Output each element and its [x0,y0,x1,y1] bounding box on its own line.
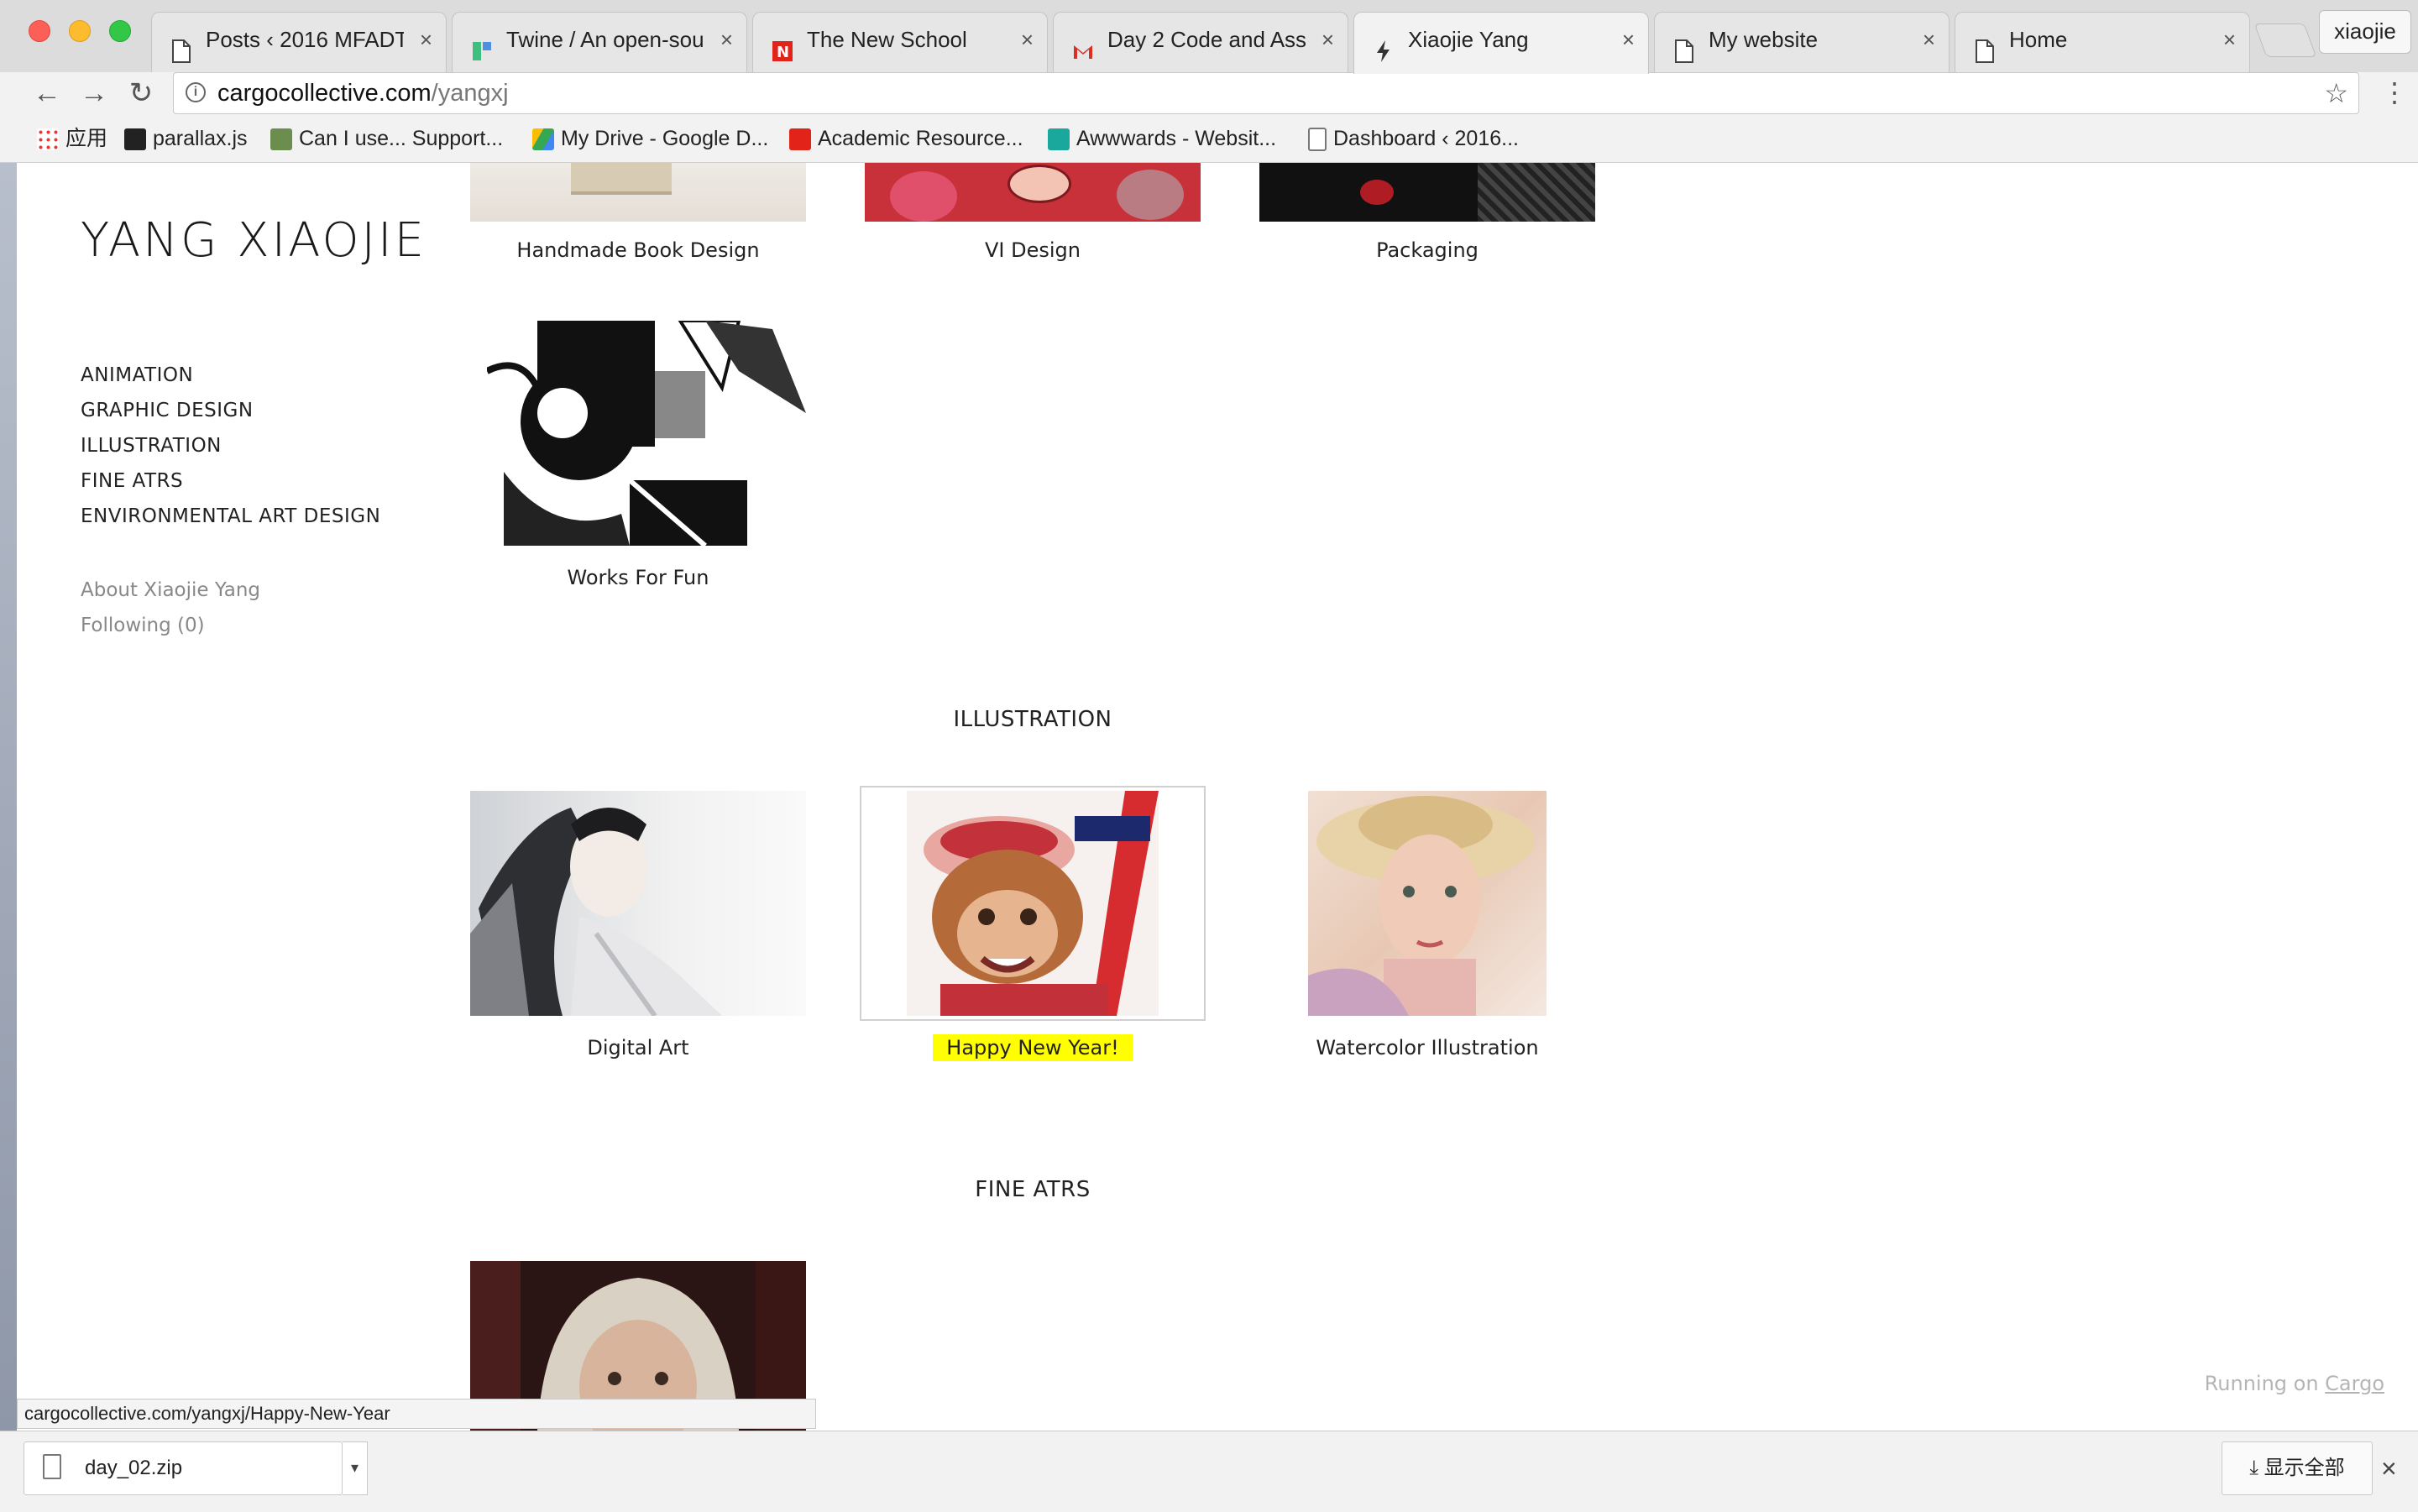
tab-new-school[interactable]: N The New School × [752,12,1048,72]
new-tab-button[interactable] [2253,24,2317,57]
apps-grid-icon [37,128,59,151]
tab-label: The New School [807,27,967,52]
desktop-edge [0,163,17,1431]
tab-label: Posts ‹ 2016 MFADT [206,27,404,52]
tab-label: Home [2009,27,2068,52]
parallax-icon [124,128,146,151]
running-on-cargo: Running on Cargo [2204,1372,2384,1395]
twine-icon [471,29,493,60]
newschool-icon: N [772,29,793,61]
section-heading: FINE ATRS [975,1177,1091,1202]
close-icon[interactable]: × [1622,13,1635,66]
project-caption[interactable]: Handmade Book Design [462,238,814,262]
new-badge-icon [789,128,811,151]
show-all-downloads-button[interactable]: ⤓ 显示全部 [2222,1441,2373,1495]
minimize-window-button[interactable] [69,20,91,42]
bookmark-academic-resource[interactable]: Academic Resource... [789,119,1023,158]
profile-button[interactable]: xiaojie [2319,10,2411,54]
happy-new-year-thumbnail[interactable] [860,786,1206,1021]
tab-twine[interactable]: Twine / An open-sour × [452,12,747,72]
browser-chrome: Posts ‹ 2016 MFADT × Twine / An open-sou… [0,0,2418,163]
tab-bar: Posts ‹ 2016 MFADT × Twine / An open-sou… [0,0,2418,74]
download-filename: day_02.zip [85,1457,183,1479]
tab-xiaojie-yang[interactable]: Xiaojie Yang × [1353,12,1649,74]
nav-illustration[interactable]: ILLUSTRATION [81,428,380,463]
project-caption[interactable]: Watercolor Illustration [1251,1036,1604,1059]
page-icon [1308,128,1327,152]
download-item[interactable]: day_02.zip [24,1441,343,1495]
zoom-window-button[interactable] [109,20,131,42]
close-icon[interactable]: × [1021,13,1034,66]
caniuse-icon [270,128,292,151]
close-icon[interactable]: × [2223,13,2236,66]
tab-label: My website [1709,27,1819,52]
bookmark-awwwards[interactable]: Awwwards - Websit... [1048,119,1276,158]
google-drive-icon [532,128,554,151]
tab-label: Day 2 Code and Assig [1107,27,1306,52]
handmade-book-thumbnail[interactable] [470,163,806,222]
site-nav: ANIMATION GRAPHIC DESIGN ILLUSTRATION FI… [81,358,380,534]
tab-my-website[interactable]: My website × [1654,12,1950,72]
nav-fine-arts[interactable]: FINE ATRS [81,463,380,499]
vi-design-thumbnail[interactable] [865,163,1201,222]
close-icon[interactable]: × [2381,1448,2397,1488]
packaging-thumbnail[interactable] [1259,163,1595,222]
project-caption[interactable]: VI Design [856,238,1209,262]
close-icon[interactable]: × [1322,13,1334,66]
reload-icon[interactable]: ↻ [124,74,158,112]
page-icon [170,29,192,63]
more-menu-icon[interactable]: ⋮ [2381,77,2408,107]
nav-animation[interactable]: ANIMATION [81,358,380,393]
bookmark-google-drive[interactable]: My Drive - Google D... [532,119,768,158]
bolt-icon [1373,29,1395,62]
gmail-icon [1072,29,1094,59]
tab-label: Twine / An open-sour [506,27,704,52]
file-icon [43,1454,61,1479]
tab-gmail[interactable]: Day 2 Code and Assig × [1053,12,1348,72]
status-url-bubble: cargocollective.com/yangxj/Happy-New-Yea… [17,1399,816,1429]
page-content: YANG XIAOJIE ANIMATION GRAPHIC DESIGN IL… [17,163,2418,1431]
close-icon[interactable]: × [720,13,733,66]
nav-environmental-art-design[interactable]: ENVIRONMENTAL ART DESIGN [81,499,380,534]
project-caption[interactable]: Works For Fun [462,566,814,589]
close-window-button[interactable] [29,20,50,42]
following-link[interactable]: Following (0) [81,608,260,643]
tab-posts[interactable]: Posts ‹ 2016 MFADT × [151,12,447,72]
back-arrow-icon[interactable]: ← [30,74,64,112]
project-caption-highlighted[interactable]: Happy New Year! [856,1034,1209,1061]
bookmark-parallax[interactable]: parallax.js [124,119,248,158]
site-title[interactable]: YANG XIAOJIE [81,213,427,268]
project-caption[interactable]: Digital Art [462,1036,814,1059]
close-icon[interactable]: × [420,13,432,66]
close-icon[interactable]: × [1923,13,1935,66]
chevron-down-icon[interactable]: ▾ [343,1441,368,1495]
digital-art-thumbnail[interactable] [470,791,806,1016]
nav-graphic-design[interactable]: GRAPHIC DESIGN [81,393,380,428]
download-icon: ⤓ [2249,1457,2258,1479]
highlighted-caption-text[interactable]: Happy New Year! [933,1034,1133,1061]
page-icon [1974,29,1996,63]
page-icon [1673,29,1695,63]
tab-home[interactable]: Home × [1955,12,2250,72]
works-for-fun-thumbnail[interactable] [487,321,814,546]
address-bar[interactable]: i cargocollective.com/yangxj ☆ [173,72,2359,114]
bookmark-caniuse[interactable]: Can I use... Support... [270,119,503,158]
forward-arrow-icon[interactable]: → [77,74,111,112]
bookmark-apps[interactable]: 应用 [37,119,107,158]
cargo-link[interactable]: Cargo [2325,1372,2384,1395]
bookmark-dashboard[interactable]: Dashboard ‹ 2016... [1308,119,1519,158]
tab-label: Xiaojie Yang [1408,27,1529,52]
project-caption[interactable]: Packaging [1251,238,1604,262]
site-meta-links: About Xiaojie Yang Following (0) [81,573,260,643]
section-heading: ILLUSTRATION [953,707,1112,732]
bookmarks-bar: 应用 parallax.js Can I use... Support... M… [0,119,2418,161]
info-icon[interactable]: i [186,82,206,102]
about-link[interactable]: About Xiaojie Yang [81,573,260,608]
bookmark-star-icon[interactable]: ☆ [2324,73,2348,113]
awwwards-icon [1048,128,1070,151]
svg-text:N: N [777,44,789,61]
watercolor-thumbnail[interactable] [1308,791,1547,1016]
url-text: cargocollective.com/yangxj [217,80,509,107]
download-shelf: day_02.zip ▾ ⤓ 显示全部 × [0,1431,2418,1512]
